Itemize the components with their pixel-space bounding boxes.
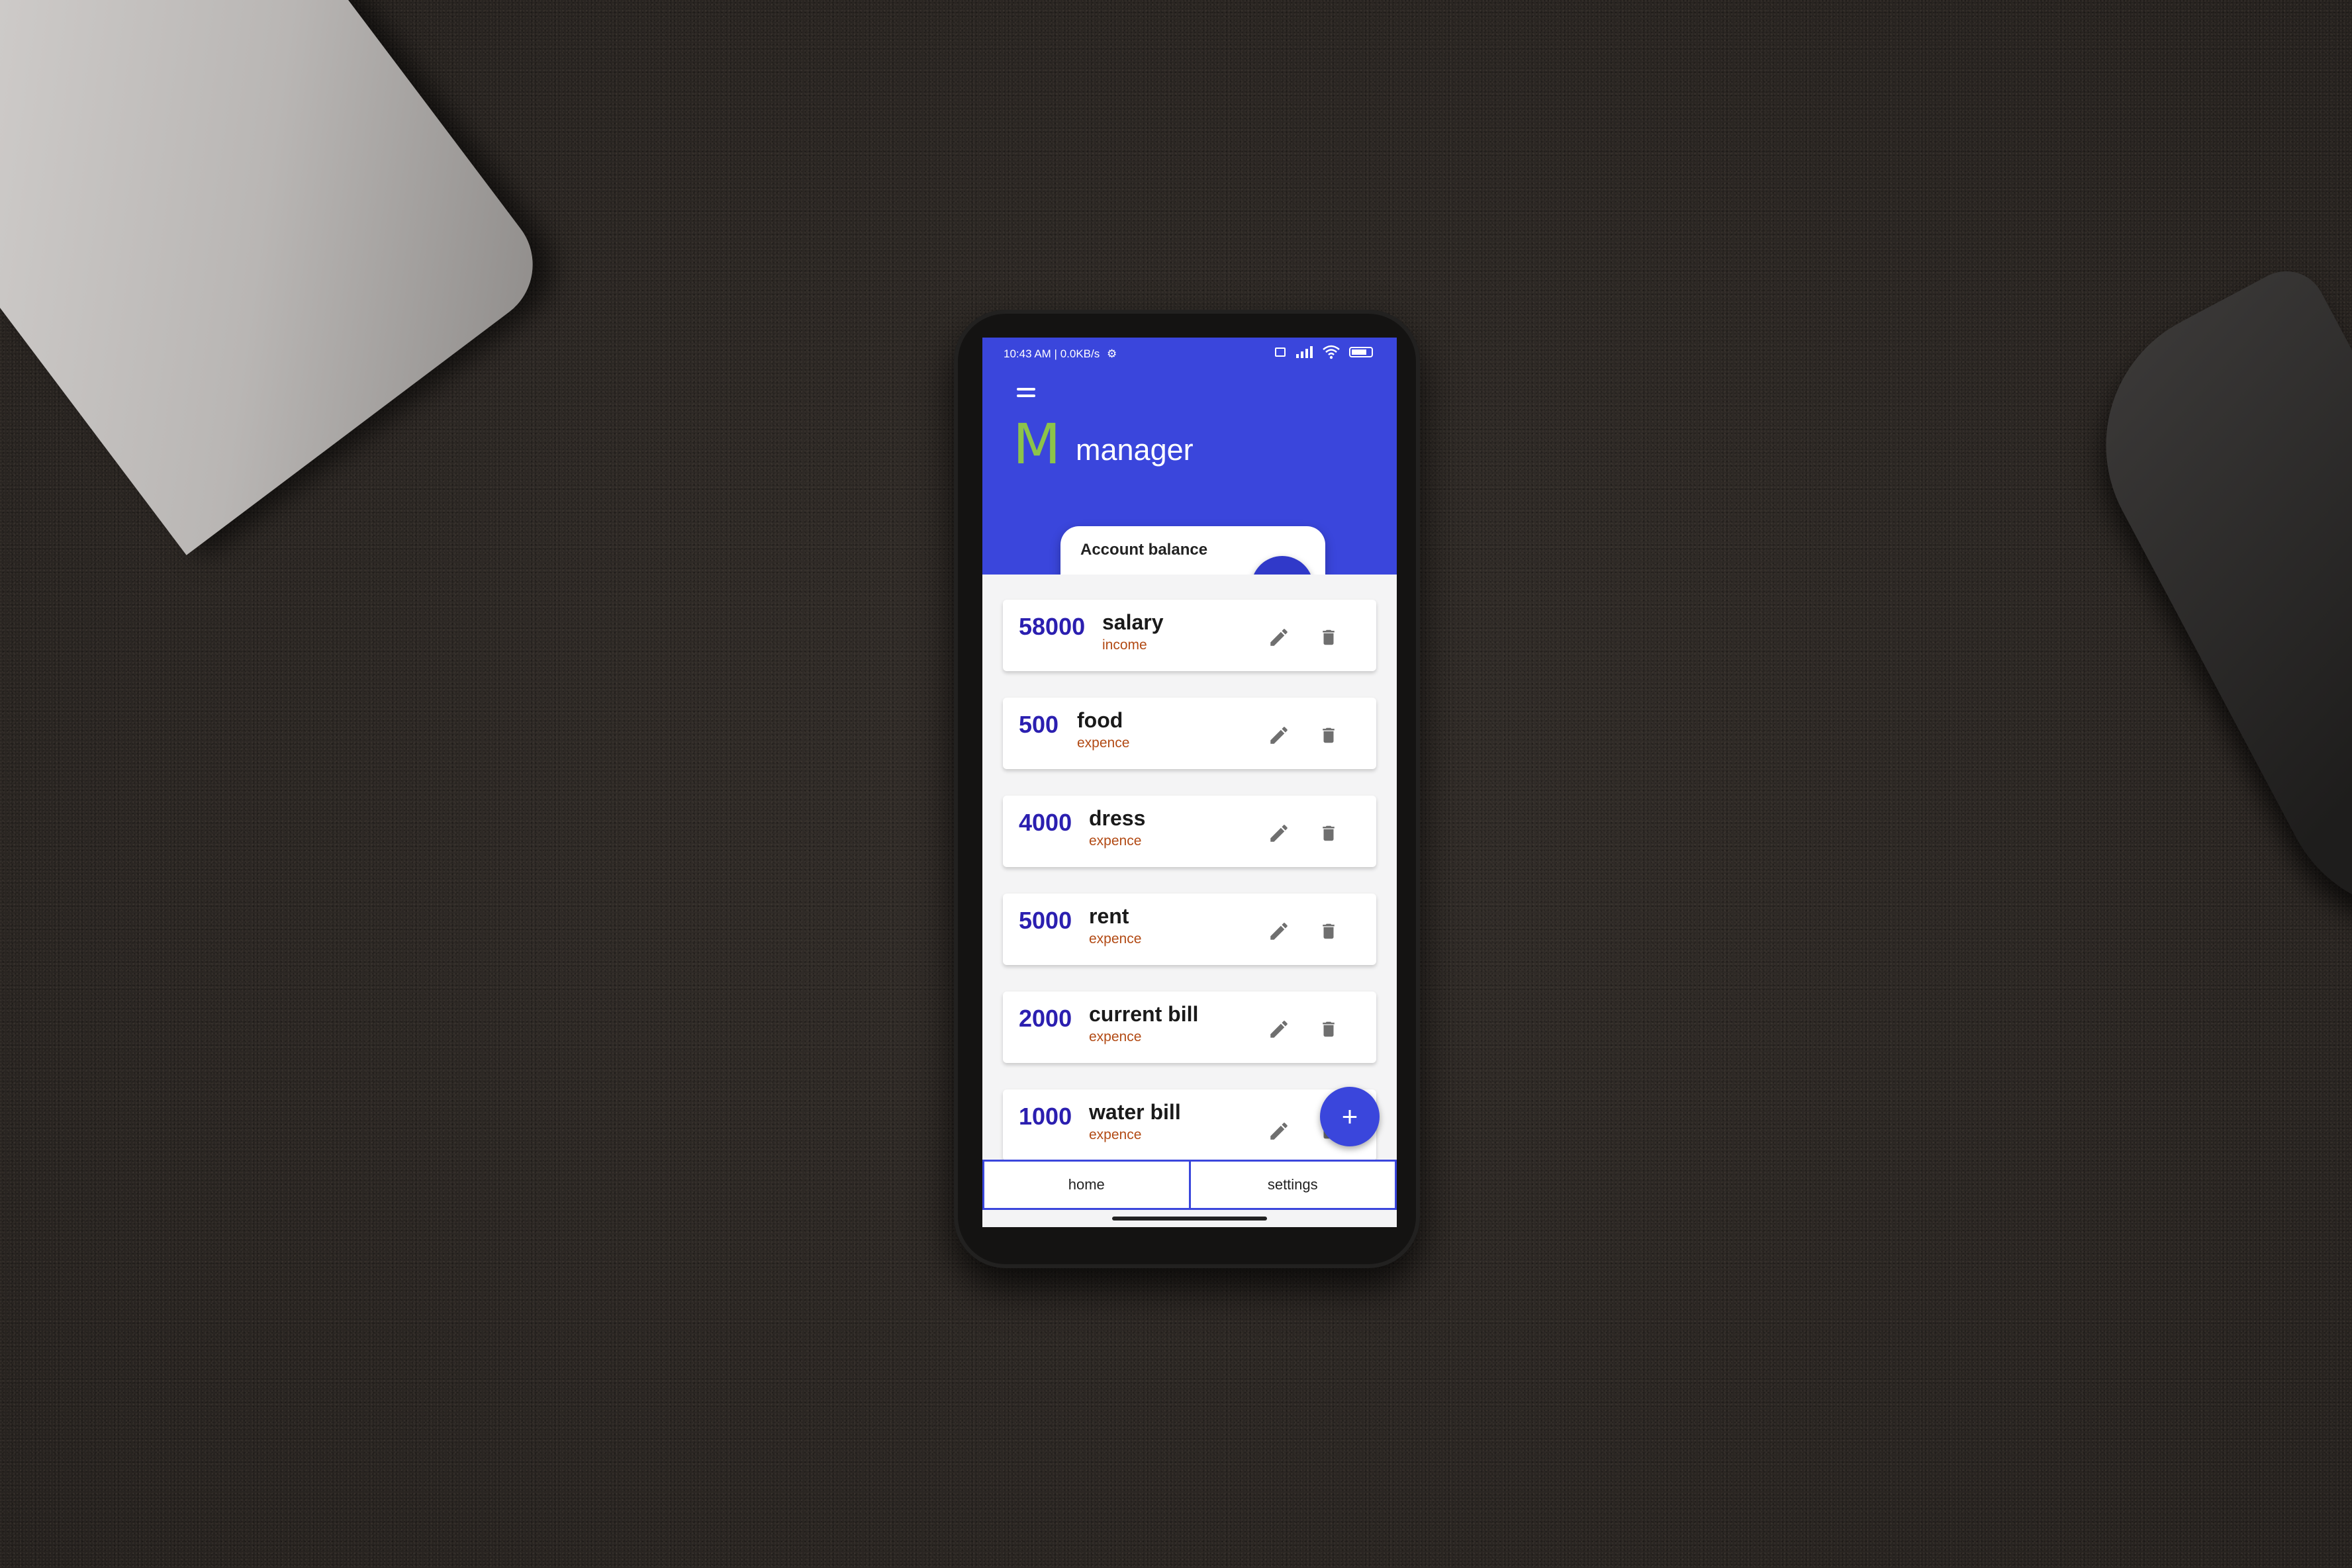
- tab-settings[interactable]: settings: [1190, 1160, 1397, 1210]
- transaction-card: 5000 rent expence: [1003, 894, 1376, 965]
- trash-icon[interactable]: [1319, 626, 1339, 649]
- edit-icon[interactable]: [1268, 626, 1290, 649]
- settings-gear-icon: ⚙: [1106, 347, 1117, 360]
- edit-icon[interactable]: [1268, 1120, 1290, 1142]
- status-time-text: 10:43 AM | 0.0KB/s: [1004, 347, 1100, 360]
- transaction-text: dress expence: [1089, 806, 1145, 849]
- transaction-type: expence: [1089, 833, 1142, 849]
- wifi-icon: [1323, 345, 1340, 359]
- transaction-name: dress: [1089, 806, 1146, 830]
- transaction-text: salary income: [1102, 610, 1164, 653]
- trash-icon[interactable]: [1319, 1018, 1339, 1040]
- transaction-type: expence: [1089, 931, 1142, 946]
- transaction-amount: 2000: [1019, 1005, 1072, 1032]
- bottom-nav: home settings: [982, 1160, 1397, 1210]
- status-time: 10:43 AM | 0.0KB/s ⚙: [1004, 347, 1117, 361]
- laptop-corner: [0, 0, 557, 555]
- mouse-edge: [2057, 257, 2352, 961]
- transaction-card: 1000 water bill expence: [1003, 1089, 1376, 1161]
- edit-icon[interactable]: [1268, 1018, 1290, 1040]
- transaction-amount: 1000: [1019, 1103, 1072, 1130]
- edit-icon[interactable]: [1268, 822, 1290, 845]
- tab-home[interactable]: home: [982, 1160, 1191, 1210]
- edit-icon[interactable]: [1268, 920, 1290, 943]
- transaction-name: salary: [1102, 610, 1164, 634]
- transaction-name: rent: [1089, 904, 1129, 928]
- transaction-amount: 4000: [1019, 809, 1072, 836]
- transaction-card: 4000 dress expence: [1003, 796, 1376, 867]
- status-bar: 10:43 AM | 0.0KB/s ⚙: [982, 338, 1397, 372]
- balance-label: Account balance: [1080, 541, 1208, 559]
- transaction-amount: 500: [1019, 711, 1059, 738]
- transaction-name: current bill: [1089, 1002, 1199, 1026]
- transaction-card: 500 food expence: [1003, 698, 1376, 769]
- transaction-type: expence: [1077, 735, 1130, 751]
- add-transaction-button[interactable]: +: [1320, 1087, 1380, 1146]
- transaction-text: food expence: [1077, 708, 1129, 751]
- hamburger-menu-icon[interactable]: [1017, 385, 1037, 401]
- transaction-card: 58000 salary income: [1003, 600, 1376, 671]
- battery-icon: [1349, 347, 1373, 357]
- transaction-card: 2000 current bill expence: [1003, 992, 1376, 1063]
- edit-icon[interactable]: [1268, 724, 1290, 747]
- transaction-text: water bill expence: [1089, 1100, 1181, 1143]
- signal-icon: [1295, 345, 1313, 359]
- trash-icon[interactable]: [1319, 920, 1339, 943]
- transaction-amount: 5000: [1019, 907, 1072, 934]
- transaction-amount: 58000: [1019, 613, 1086, 640]
- sim-icon: [1275, 347, 1286, 357]
- app-title: manager: [1076, 433, 1194, 467]
- phone-screen: 10:43 AM | 0.0KB/s ⚙ M manager Account b…: [982, 338, 1397, 1227]
- transaction-text: current bill expence: [1089, 1002, 1198, 1045]
- transaction-text: rent expence: [1089, 904, 1141, 947]
- transaction-type: expence: [1089, 1127, 1142, 1142]
- app-header: M manager Account balance 241939 +: [982, 372, 1397, 627]
- home-indicator[interactable]: [1112, 1217, 1267, 1221]
- transaction-type: income: [1102, 637, 1147, 653]
- trash-icon[interactable]: [1319, 724, 1339, 747]
- status-icons: [1275, 345, 1373, 359]
- trash-icon[interactable]: [1319, 822, 1339, 845]
- logo-icon: M: [1013, 412, 1061, 477]
- transaction-name: water bill: [1089, 1100, 1181, 1124]
- transaction-name: food: [1077, 708, 1123, 732]
- transaction-type: expence: [1089, 1029, 1142, 1044]
